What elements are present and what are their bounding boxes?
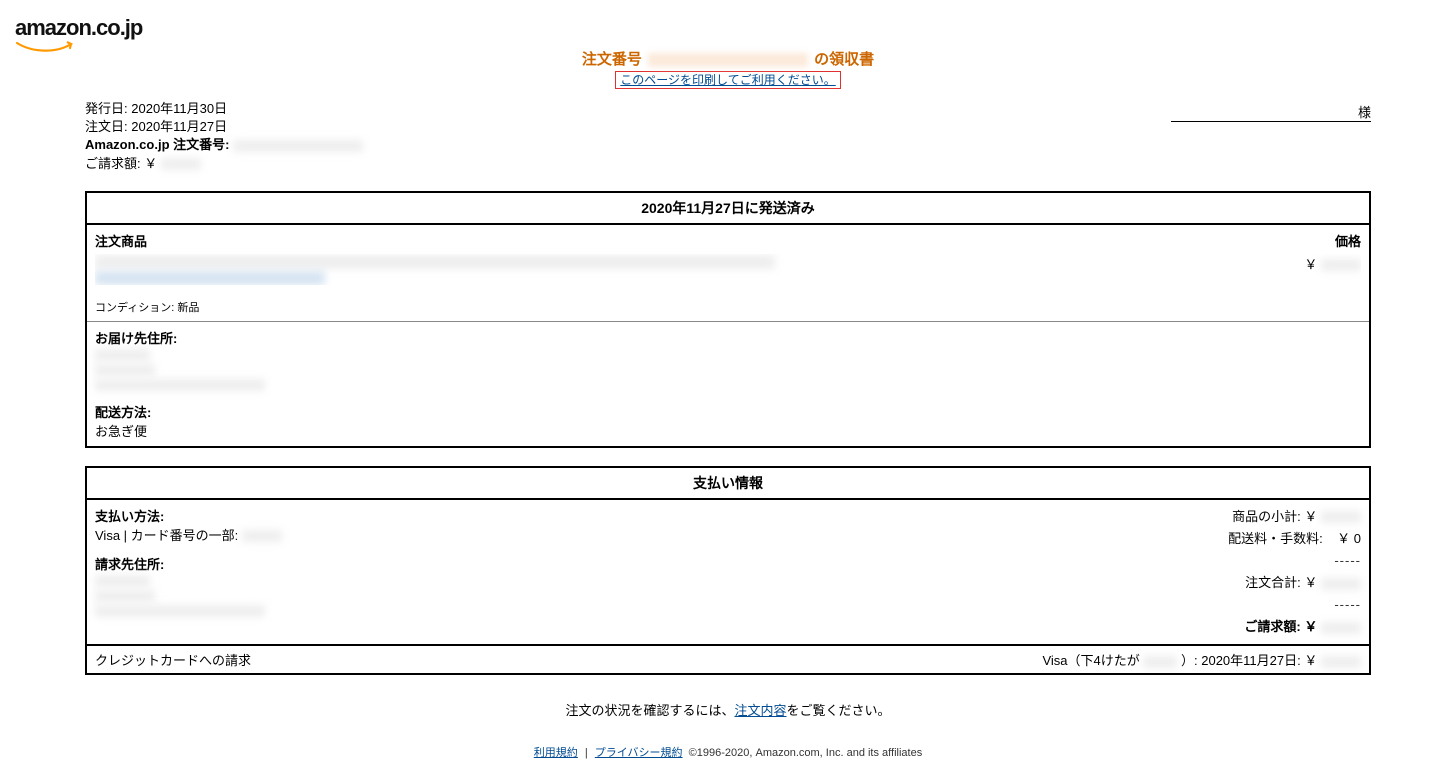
order-number-label: Amazon.co.jp 注文番号: bbox=[85, 137, 229, 152]
ordertotal-value-redacted bbox=[1321, 578, 1361, 590]
billed-currency: ￥ bbox=[144, 156, 157, 171]
amazon-logo: amazon.co.jp bbox=[15, 15, 1446, 51]
order-status-after: をご覧ください。 bbox=[787, 703, 891, 718]
title-prefix: 注文番号 bbox=[582, 51, 642, 68]
billto-line1-redacted bbox=[95, 575, 150, 587]
order-number-value-redacted bbox=[233, 140, 363, 152]
billed-amount-row: ご請求額: ￥ bbox=[85, 155, 1371, 173]
issue-date-label: 発行日: bbox=[85, 101, 128, 116]
order-details-link[interactable]: 注文内容 bbox=[734, 703, 786, 718]
recipient-name-line: 様 bbox=[1171, 102, 1371, 122]
items-section: 注文商品 価格 ￥ コンディション: 新品 bbox=[87, 225, 1369, 321]
ordertotal-currency: ￥ bbox=[1304, 575, 1317, 590]
billto-line3-redacted bbox=[95, 605, 265, 617]
payment-box: 支払い情報 支払い方法: Visa | カード番号の一部: 請求先住所: 商品の… bbox=[85, 466, 1371, 676]
divider-dashes-1: ----- bbox=[1228, 550, 1361, 572]
order-status-before: 注文の状況を確認するには、 bbox=[565, 703, 734, 718]
ship-method-value: お急ぎ便 bbox=[95, 421, 1361, 440]
cc-charge-prefix: Visa（下4けたが bbox=[1042, 653, 1139, 668]
divider-dashes-2: ----- bbox=[1228, 594, 1361, 616]
subtotal-label: 商品の小計: bbox=[1232, 509, 1301, 524]
cc-charge-amount-redacted bbox=[1321, 656, 1361, 668]
legal-footer: 利用規約 | プライバシー規約 ©1996-2020, Amazon.com, … bbox=[85, 744, 1371, 760]
grandtotal-currency: ￥ bbox=[1304, 619, 1317, 634]
cc-charge-mid: ）: 2020年11月27日: bbox=[1181, 653, 1301, 668]
cc-charge-currency: ￥ bbox=[1304, 653, 1317, 668]
amazon-swoosh-icon bbox=[15, 41, 75, 51]
shipto-section: お届け先住所: 配送方法: お急ぎ便 bbox=[87, 321, 1369, 446]
shipto-line2-redacted bbox=[95, 364, 155, 376]
cc-charge-label: クレジットカードへの請求 bbox=[95, 650, 251, 669]
shipto-line3-redacted bbox=[95, 379, 265, 391]
billto-line2-redacted bbox=[95, 590, 155, 602]
billed-label: ご請求額: bbox=[85, 156, 141, 171]
shipto-label: お届け先住所: bbox=[95, 328, 1361, 347]
card-last4-redacted bbox=[242, 530, 282, 542]
price-label: 価格 bbox=[1335, 231, 1361, 250]
item-price-redacted bbox=[1321, 259, 1361, 271]
payment-method-value: Visa | カード番号の一部: bbox=[95, 528, 238, 543]
item-price-currency: ￥ bbox=[1304, 257, 1317, 272]
subtotal-currency: ￥ bbox=[1304, 509, 1317, 524]
order-date-value: 2020年11月27日 bbox=[131, 119, 227, 134]
condition-value: 新品 bbox=[177, 302, 199, 314]
order-status-footer: 注文の状況を確認するには、注文内容をご覧ください。 bbox=[85, 700, 1371, 719]
terms-of-use-link[interactable]: 利用規約 bbox=[534, 747, 578, 759]
cc-last4-redacted bbox=[1143, 656, 1177, 668]
item-line-2-redacted bbox=[95, 271, 325, 285]
items-label: 注文商品 bbox=[95, 231, 147, 250]
copyright-text: ©1996-2020, Amazon.com, Inc. and its aff… bbox=[689, 747, 923, 759]
title-suffix: の領収書 bbox=[814, 51, 874, 68]
subtotal-value-redacted bbox=[1321, 511, 1361, 523]
payment-method-label: 支払い方法: bbox=[95, 506, 728, 525]
receipt-title: 注文番号 の領収書 bbox=[10, 48, 1446, 69]
honorific-sama: 様 bbox=[1358, 105, 1371, 120]
ship-method-label: 配送方法: bbox=[95, 402, 1361, 421]
privacy-policy-link[interactable]: プライバシー規約 bbox=[595, 747, 683, 759]
shipment-box: 2020年11月27日に発送済み 注文商品 価格 ￥ コンディション: 新品 bbox=[85, 191, 1371, 448]
condition-label: コンディション: bbox=[95, 302, 174, 314]
order-date-label: 注文日: bbox=[85, 119, 128, 134]
shipping-value: ￥ 0 bbox=[1337, 531, 1361, 546]
shipping-label: 配送料・手数料: bbox=[1228, 531, 1323, 546]
grandtotal-label: ご請求額: bbox=[1244, 619, 1300, 634]
print-page-link[interactable]: このページを印刷してご利用ください。 bbox=[615, 71, 840, 89]
issue-date-value: 2020年11月30日 bbox=[131, 101, 227, 116]
amazon-logo-text: amazon.co.jp bbox=[15, 15, 142, 40]
shipto-line1-redacted bbox=[95, 349, 150, 361]
grandtotal-value-redacted bbox=[1321, 622, 1361, 634]
order-number-redacted bbox=[648, 53, 808, 67]
condition-row: コンディション: 新品 bbox=[95, 299, 1361, 315]
billto-label: 請求先住所: bbox=[95, 554, 728, 573]
footer-separator: | bbox=[585, 747, 588, 759]
order-number-row: Amazon.co.jp 注文番号: bbox=[85, 136, 1371, 154]
item-line-1-redacted bbox=[95, 255, 775, 269]
payment-header: 支払い情報 bbox=[87, 468, 1369, 500]
billed-amount-redacted bbox=[161, 158, 201, 170]
ordertotal-label: 注文合計: bbox=[1245, 575, 1301, 590]
shipment-header: 2020年11月27日に発送済み bbox=[87, 193, 1369, 225]
